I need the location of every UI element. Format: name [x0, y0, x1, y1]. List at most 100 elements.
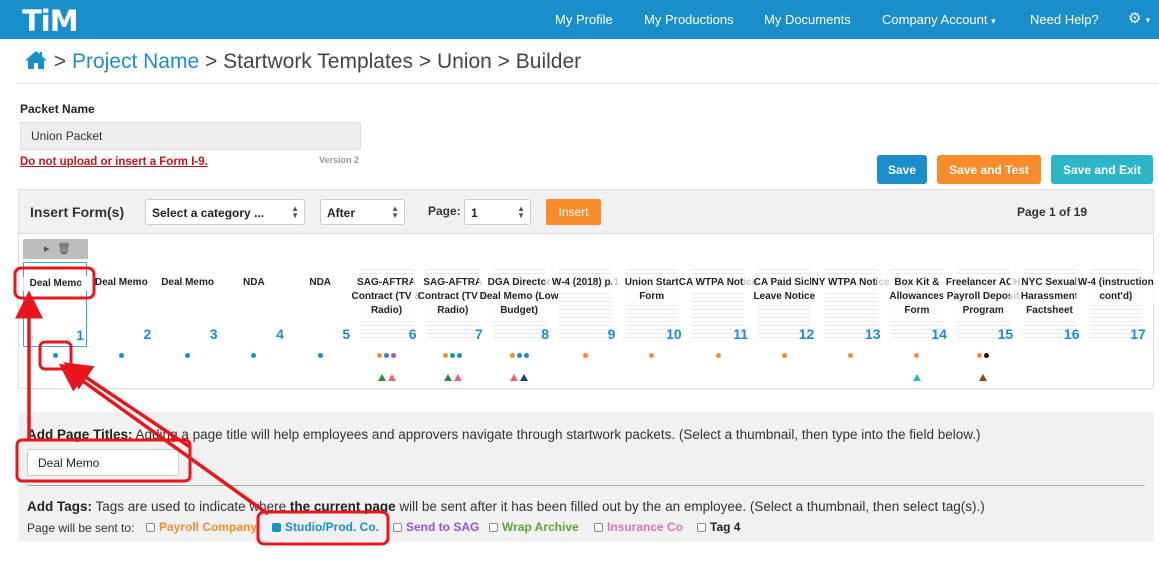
tag-dot — [984, 353, 990, 359]
version-label: Version 2 — [319, 155, 360, 165]
triangle-icon — [387, 374, 396, 381]
tags-label: Add Tags: — [27, 499, 92, 514]
page-thumbnail[interactable]: W-4 (instruction cont'd) 17 — [1075, 262, 1156, 347]
tag-checkbox[interactable] — [594, 523, 603, 532]
tag-dot — [848, 353, 854, 359]
packet-name-input[interactable]: Union Packet — [20, 122, 361, 150]
page-title-input[interactable]: Deal Memo — [27, 449, 179, 476]
save-and-exit-button[interactable]: Save and Exit — [1051, 155, 1153, 184]
thumbnail-number: 16 — [1063, 326, 1080, 342]
page-thumbnail[interactable]: Box Kit & Allowances Form 14 — [876, 262, 957, 347]
settings-menu[interactable]: ⚙ ▾ — [1128, 9, 1150, 27]
nav-my-profile[interactable]: My Profile — [555, 12, 613, 27]
thumbnail-number: 8 — [541, 326, 550, 342]
page-label: Page: — [428, 204, 461, 218]
select-arrows-icon: ▲ ▼ — [291, 204, 299, 220]
save-button[interactable]: Save — [877, 155, 927, 184]
i9-warning-link[interactable]: Do not upload or insert a Form I-9. — [20, 156, 208, 168]
tag-triangles — [1018, 368, 1082, 378]
tag-option[interactable]: Studio/Prod. Co. — [272, 520, 379, 534]
tag-triangles — [421, 368, 485, 381]
triangle-icon — [443, 374, 452, 381]
breadcrumb-union: Union — [436, 50, 492, 73]
tag-checkbox[interactable] — [697, 523, 706, 532]
page-thumbnail[interactable]: Deal Memo 3 — [147, 262, 228, 347]
thumbnail-number: 15 — [997, 326, 1014, 342]
page-thumbnail[interactable]: CA Paid Sick Leave Notice 12 — [744, 262, 825, 347]
position-select[interactable]: After ▲ ▼ — [320, 199, 405, 225]
category-select[interactable]: Select a category ... ▲ ▼ — [145, 199, 305, 225]
tag-option[interactable]: Insurance Co — [594, 520, 683, 534]
tag-option[interactable]: Payroll Company — [146, 520, 257, 534]
nav-company-account[interactable]: Company Account ▾ — [882, 12, 996, 27]
page-thumbnail[interactable]: Union Start Form 10 — [611, 262, 692, 347]
tag-triangles — [222, 368, 286, 378]
page-thumbnail[interactable]: DGA Director Deal Memo (Low Budget) 8 — [479, 262, 560, 347]
tim-logo[interactable]: TiM — [22, 4, 79, 38]
tag-dot — [715, 353, 721, 359]
tag-checkbox[interactable] — [489, 523, 498, 532]
page-thumbnail[interactable]: Deal Memo 2 — [81, 262, 162, 347]
insert-button[interactable]: Insert — [546, 199, 601, 225]
triangle-icon — [520, 374, 529, 381]
tag-dot — [457, 353, 463, 359]
page-thumbnail[interactable]: Deal Memo 1 — [16, 262, 96, 347]
page-thumbnail[interactable]: W-4 (2018) p.1 9 — [545, 262, 626, 347]
tag-dots — [752, 352, 816, 360]
tag-dot — [251, 353, 257, 359]
nav-need-help[interactable]: Need Help? — [1030, 12, 1099, 27]
breadcrumb-sep: > — [205, 50, 218, 73]
save-and-test-button[interactable]: Save and Test — [937, 155, 1041, 184]
tag-checkbox[interactable] — [146, 523, 155, 532]
thumbnail-number: 9 — [607, 326, 616, 342]
tag-dot — [52, 353, 58, 359]
tag-dots — [288, 352, 352, 360]
tag-option[interactable]: Wrap Archive — [489, 520, 579, 534]
page-titles-label: Add Page Titles: — [27, 427, 133, 442]
page-thumbnail[interactable]: SAG-AFTRA Contract (TV & Radio) 7 — [412, 262, 493, 347]
tag-triangles — [553, 368, 617, 378]
tags-help: Add Tags: Tags are used to indicate wher… — [27, 499, 985, 514]
tag-option[interactable]: Send to SAG — [393, 520, 479, 534]
thumbnail-number: 17 — [1130, 326, 1146, 342]
tag-dot — [781, 353, 787, 359]
select-arrows-icon: ▲ ▼ — [391, 204, 399, 220]
tag-dots — [23, 352, 87, 360]
tag-dot — [443, 353, 449, 359]
move-right-icon[interactable]: ▸ — [44, 242, 50, 255]
page-thumbnail[interactable]: NDA 5 — [280, 262, 361, 347]
page-thumbnail[interactable]: NYC Sexual Harassment Factsheet 16 — [1009, 262, 1090, 347]
tag-triangles — [752, 368, 816, 378]
tag-triangles — [156, 368, 220, 378]
tag-label: Payroll Company — [159, 520, 258, 534]
tag-dot — [516, 353, 522, 359]
tag-triangles — [288, 368, 352, 378]
page-thumbnail[interactable]: SAG-AFTRA Contract (TV & Radio) 6 — [346, 262, 427, 347]
insert-forms-panel: Insert Form(s) Select a category ... ▲ ▼ … — [16, 189, 1156, 389]
breadcrumb-project[interactable]: Project Name — [72, 50, 199, 73]
tag-checkbox[interactable] — [393, 523, 402, 532]
chevron-down-icon: ▾ — [991, 16, 996, 26]
tag-dots — [885, 352, 949, 360]
page-thumbnail[interactable]: NY WTPA Notice 13 — [810, 262, 891, 347]
trash-icon[interactable]: 🗑 — [57, 242, 71, 255]
tag-dot — [377, 353, 382, 359]
tag-checkbox[interactable] — [272, 523, 281, 532]
triangle-icon — [912, 374, 921, 381]
page-select[interactable]: 1 ▲ ▼ — [464, 199, 531, 225]
nav-my-documents[interactable]: My Documents — [764, 12, 851, 27]
tag-triangles — [819, 368, 883, 378]
divider — [18, 83, 1159, 84]
tag-option[interactable]: Tag 4 — [697, 520, 740, 534]
home-icon[interactable] — [24, 50, 48, 70]
thumbnail-number: 6 — [408, 326, 417, 342]
page-thumbnail[interactable]: CA WTPA Notice 11 — [678, 262, 758, 347]
page-thumbnail[interactable]: NDA 4 — [213, 262, 294, 347]
tag-dot — [523, 353, 529, 359]
nav-my-productions[interactable]: My Productions — [644, 12, 734, 27]
page-thumbnail[interactable]: Freelancer ACH Payroll Deposit Program 15 — [943, 262, 1024, 347]
tag-triangles — [355, 368, 419, 381]
tag-dots — [951, 352, 1015, 360]
insert-forms-title: Insert Form(s) — [30, 204, 125, 220]
divider — [27, 485, 1145, 486]
